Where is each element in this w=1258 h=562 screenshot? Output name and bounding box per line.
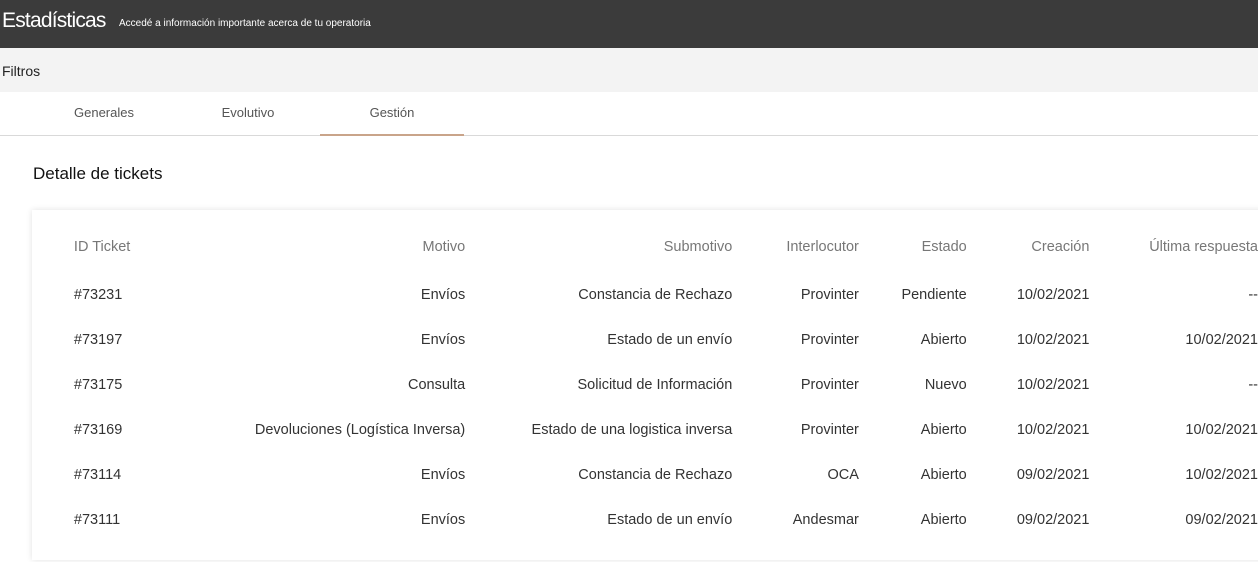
table-row[interactable]: #73175 Consulta Solicitud de Información… [33, 362, 1258, 407]
cell-motivo: Envíos [420, 466, 466, 483]
row-spacer [33, 362, 74, 407]
tab-generales[interactable]: Generales [32, 92, 176, 135]
cell-ultima-respuesta: 10/02/2021 [1185, 331, 1258, 348]
cell-id-ticket[interactable]: #73231 [74, 272, 212, 317]
filters-bar[interactable]: Filtros [0, 48, 1258, 92]
cell-creacion: 10/02/2021 [1016, 286, 1090, 303]
cell-id-ticket[interactable]: #73114 [74, 452, 212, 497]
cell-interlocutor: Andesmar [792, 511, 859, 528]
cell-ultima-respuesta: 10/02/2021 [1185, 421, 1258, 438]
header-id-ticket[interactable]: ID Ticket [74, 222, 212, 272]
tab-bar: Generales Evolutivo Gestión [0, 92, 1258, 136]
cell-motivo: Envíos [420, 331, 466, 348]
cell-interlocutor: OCA [827, 466, 859, 483]
cell-id-ticket[interactable]: #73175 [74, 362, 212, 407]
header-motivo[interactable]: Motivo [212, 222, 466, 272]
table-row[interactable]: #73197 Envíos Estado de un envío Provint… [33, 317, 1258, 362]
header-ultima-respuesta[interactable]: Última respuesta [1089, 222, 1258, 272]
cell-interlocutor: Provinter [800, 421, 859, 438]
cell-submotivo: Estado de un envío [607, 331, 733, 348]
cell-ultima-respuesta: -- [1248, 286, 1258, 303]
row-spacer [33, 272, 74, 317]
cell-estado: Abierto [920, 511, 967, 528]
cell-submotivo: Solicitud de Información [577, 376, 733, 393]
row-spacer [33, 452, 74, 497]
table-spacer [33, 222, 74, 272]
cell-motivo: Consulta [408, 376, 466, 393]
table-row[interactable]: #73169 Devoluciones (Logística Inversa) … [33, 407, 1258, 452]
cell-submotivo: Estado de una logistica inversa [531, 421, 733, 438]
table-row[interactable]: #73231 Envíos Constancia de Rechazo Prov… [33, 272, 1258, 317]
cell-motivo: Envíos [420, 286, 466, 303]
cell-id-ticket[interactable]: #73111 [74, 497, 212, 542]
cell-creacion: 10/02/2021 [1016, 421, 1090, 438]
cell-motivo: Envíos [420, 511, 466, 528]
header-submotivo[interactable]: Submotivo [465, 222, 733, 272]
page-subtitle: Accedé a información importante acerca d… [119, 18, 371, 29]
page-title: Estadísticas [2, 9, 106, 32]
cell-interlocutor: Provinter [800, 376, 859, 393]
cell-estado: Pendiente [901, 286, 967, 303]
cell-estado: Abierto [920, 331, 967, 348]
cell-creacion: 10/02/2021 [1016, 376, 1090, 393]
table-row[interactable]: #73111 Envíos Estado de un envío Andesma… [33, 497, 1258, 542]
cell-ultima-respuesta: 09/02/2021 [1185, 511, 1258, 528]
header-interlocutor[interactable]: Interlocutor [732, 222, 859, 272]
tab-evolutivo[interactable]: Evolutivo [176, 92, 320, 135]
cell-ultima-respuesta: 10/02/2021 [1185, 466, 1258, 483]
top-header: Estadísticas Accedé a información import… [0, 0, 1258, 48]
table-header-row: ID Ticket Motivo Submotivo Interlocutor … [33, 222, 1258, 272]
header-creacion[interactable]: Creación [967, 222, 1089, 272]
cell-id-ticket[interactable]: #73197 [74, 317, 212, 362]
header-estado[interactable]: Estado [859, 222, 967, 272]
cell-interlocutor: Provinter [800, 331, 859, 348]
cell-creacion: 10/02/2021 [1016, 331, 1090, 348]
row-spacer [33, 317, 74, 362]
cell-creacion: 09/02/2021 [1016, 466, 1090, 483]
cell-ultima-respuesta: -- [1248, 376, 1258, 393]
table-row[interactable]: #73114 Envíos Constancia de Rechazo OCA … [33, 452, 1258, 497]
cell-estado: Abierto [920, 466, 967, 483]
tab-gestion[interactable]: Gestión [320, 92, 464, 136]
section-title: Detalle de tickets [33, 164, 163, 183]
cell-motivo: Devoluciones (Logística Inversa) [254, 421, 466, 438]
row-spacer [33, 497, 74, 542]
row-spacer [33, 407, 74, 452]
cell-submotivo: Constancia de Rechazo [578, 466, 733, 483]
cell-submotivo: Constancia de Rechazo [578, 286, 733, 303]
cell-creacion: 09/02/2021 [1016, 511, 1090, 528]
cell-id-ticket[interactable]: #73169 [74, 407, 212, 452]
cell-estado: Abierto [920, 421, 967, 438]
filters-label[interactable]: Filtros [2, 63, 40, 79]
cell-submotivo: Estado de un envío [607, 511, 733, 528]
cell-estado: Nuevo [924, 376, 967, 393]
tickets-table: ID Ticket Motivo Submotivo Interlocutor … [33, 222, 1258, 542]
cell-interlocutor: Provinter [800, 286, 859, 303]
